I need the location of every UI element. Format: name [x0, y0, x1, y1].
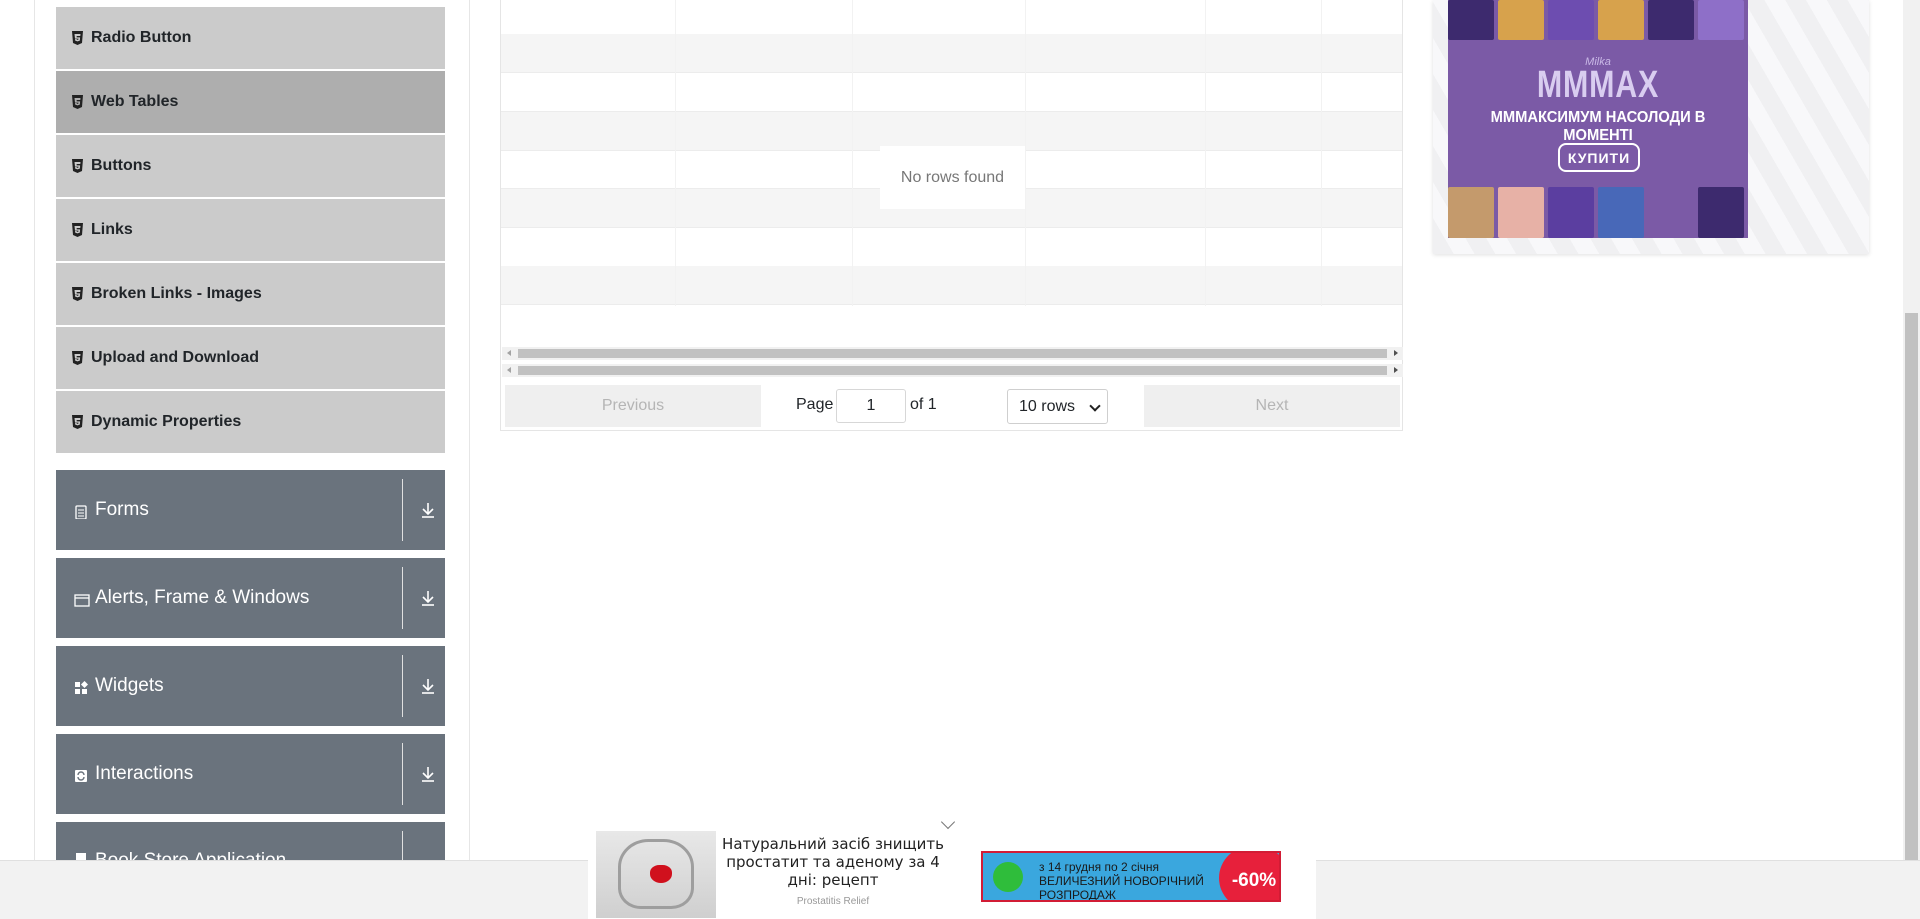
column-divider: [1205, 0, 1206, 306]
scroll-left-arrow-icon[interactable]: [507, 350, 511, 356]
no-rows-message: No rows found: [880, 146, 1025, 209]
ad-source: Prostatitis Relief: [796, 896, 870, 907]
group-header-label: Alerts, Frame & Windows: [95, 587, 310, 608]
advertisement-right[interactable]: Milka МММАХ МММАКСИМУМ НАСОЛОДИ В МОМЕНТ…: [1433, 0, 1869, 254]
clipboard-icon: [74, 503, 88, 520]
table-row: [501, 73, 1402, 112]
chocolate-bars-image: [1448, 187, 1748, 238]
group-header-interactions[interactable]: Interactions: [56, 734, 445, 814]
sidebar-item-radio-button[interactable]: Radio Button: [56, 7, 445, 69]
page-number-input[interactable]: [836, 389, 906, 423]
table-row: [501, 112, 1402, 151]
group-header-widgets[interactable]: Widgets: [56, 646, 445, 726]
column-divider: [1025, 0, 1026, 306]
pagination: Previous Page of 1 10 rows Next: [502, 381, 1403, 430]
divider: [402, 743, 403, 805]
ad-text[interactable]: Натуральний засіб знищить простатит та а…: [722, 835, 944, 889]
sidebar-item-broken-links[interactable]: Broken Links - Images: [56, 263, 445, 325]
sidebar-item-buttons[interactable]: Buttons: [56, 135, 445, 197]
column-divider: [675, 0, 676, 306]
divider: [402, 655, 403, 717]
sidebar-item-label: Web Tables: [91, 93, 179, 110]
widgets-icon: [74, 679, 89, 694]
interactions-icon: [74, 767, 88, 782]
html5-icon: [72, 159, 83, 173]
sidebar-item-label: Dynamic Properties: [91, 413, 242, 430]
scrollbar-thumb[interactable]: [1905, 313, 1918, 860]
download-icon: [420, 676, 436, 696]
html5-icon: [72, 287, 83, 301]
sale-title: ВЕЛИЧЕЗНИЙ НОВОРІЧНИЙ: [1039, 874, 1204, 888]
rows-per-page-select[interactable]: 10 rows: [1007, 389, 1108, 424]
scrollbar-thumb[interactable]: [518, 349, 1387, 358]
group-header-label: Book Store Application: [95, 850, 286, 860]
divider: [402, 567, 403, 629]
html5-icon: [72, 31, 83, 45]
sidebar-item-web-tables[interactable]: Web Tables: [56, 71, 445, 133]
sidebar-item-links[interactable]: Links: [56, 199, 445, 261]
ad-headline: МММАХ: [1536, 64, 1660, 106]
scroll-right-arrow-icon[interactable]: [1394, 350, 1398, 356]
page-label: Page: [796, 396, 834, 413]
sale-banner[interactable]: з 14 грудня по 2 січня ВЕЛИЧЕЗНИЙ НОВОРІ…: [981, 851, 1281, 902]
horizontal-scrollbar[interactable]: [502, 347, 1403, 360]
sale-subtitle: РОЗПРОДАЖ: [1039, 888, 1116, 902]
html5-icon: [72, 223, 83, 237]
page-total-label: of 1: [910, 396, 937, 413]
milka-banner[interactable]: Milka МММАХ МММАКСИМУМ НАСОЛОДИ В МОМЕНТ…: [1448, 0, 1748, 238]
previous-button[interactable]: Previous: [505, 385, 761, 427]
anatomy-image: [596, 831, 716, 918]
discount-badge: -60%: [1219, 853, 1279, 900]
scrollbar-thumb[interactable]: [518, 366, 1387, 375]
sale-dates: з 14 грудня по 2 січня: [1039, 860, 1160, 874]
group-header-label: Widgets: [95, 675, 164, 696]
book-icon: [74, 850, 88, 860]
group-header-alerts[interactable]: Alerts, Frame & Windows: [56, 558, 445, 638]
page-scrollbar[interactable]: [1903, 0, 1920, 860]
next-button[interactable]: Next: [1144, 385, 1400, 427]
table-row: [501, 266, 1402, 305]
column-divider: [1321, 0, 1322, 306]
group-header-forms[interactable]: Forms: [56, 470, 445, 550]
divider: [402, 479, 403, 541]
web-table: No rows found Previous Page of 1 10 rows…: [500, 0, 1403, 431]
column-divider: [852, 0, 853, 306]
group-header-label: Forms: [95, 499, 149, 520]
table-row: [501, 34, 1402, 73]
download-icon: [420, 500, 436, 520]
group-header-label: Interactions: [95, 763, 194, 784]
chevron-down-icon: [1089, 400, 1101, 412]
html5-icon: [72, 351, 83, 365]
buy-button[interactable]: КУПИТИ: [1558, 143, 1640, 172]
smiley-icon: [993, 862, 1023, 892]
download-icon: [420, 764, 436, 784]
sidebar-item-label: Upload and Download: [91, 349, 259, 366]
sidebar-item-upload-download[interactable]: Upload and Download: [56, 327, 445, 389]
sidebar-item-label: Buttons: [91, 157, 152, 174]
sidebar-item-label: Links: [91, 221, 133, 238]
window-icon: [74, 591, 90, 607]
table-row: [501, 228, 1402, 267]
html5-icon: [72, 415, 83, 429]
sidebar-item-dynamic-properties[interactable]: Dynamic Properties: [56, 391, 445, 453]
divider: [402, 831, 403, 860]
table-row: [501, 305, 1402, 346]
advertisement-bottom[interactable]: Натуральний засіб знищить простатит та а…: [588, 814, 1316, 919]
sidebar-item-label: Broken Links - Images: [91, 285, 262, 302]
download-icon: [420, 588, 436, 608]
group-header-book-store[interactable]: Book Store Application: [56, 822, 445, 860]
scroll-right-arrow-icon[interactable]: [1394, 367, 1398, 373]
html5-icon: [72, 95, 83, 109]
scroll-left-arrow-icon[interactable]: [507, 367, 511, 373]
table-row: [501, 0, 1402, 35]
collapse-ad-chevron-icon[interactable]: [940, 814, 956, 830]
horizontal-scrollbar[interactable]: [502, 364, 1403, 377]
ad-tagline: МММАКСИМУМ НАСОЛОДИ В МОМЕНТІ: [1490, 109, 1706, 144]
chocolate-bars-image: [1448, 0, 1748, 40]
rows-per-page-value: 10 rows: [1019, 397, 1076, 415]
sidebar-item-label: Radio Button: [91, 29, 192, 46]
